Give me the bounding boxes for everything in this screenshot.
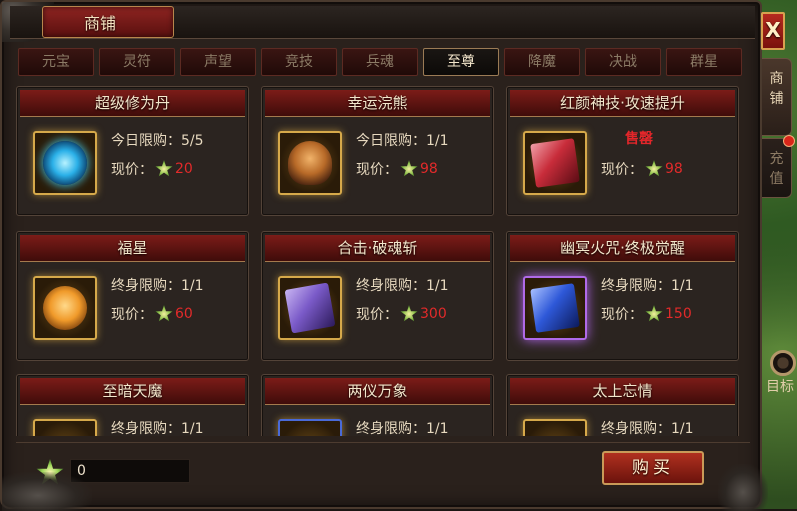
price-row: 现价： 20: [111, 159, 193, 179]
currency-gem-icon: [645, 305, 663, 322]
tab-jingji[interactable]: 竞技: [261, 48, 337, 76]
dragon-ornament-icon: [718, 464, 768, 511]
purchase-limit: 终身限购：1/1: [111, 421, 204, 436]
item-name: 超级修为丹: [20, 90, 245, 117]
item-icon-frame[interactable]: [33, 276, 97, 340]
tab-lingfu[interactable]: 灵符: [99, 48, 175, 76]
item-icon-frame[interactable]: [33, 131, 97, 195]
item-card[interactable]: 两仪万象 终身限购：1/1: [261, 374, 494, 436]
price-value: 98: [420, 161, 438, 177]
item-name: 合击·破魂斩: [265, 235, 490, 262]
side-tab-shop[interactable]: 商铺: [762, 58, 792, 136]
tab-juezhan[interactable]: 决战: [585, 48, 661, 76]
blue-orb-icon: [43, 141, 87, 185]
purchase-limit: 终身限购：1/1: [356, 278, 449, 294]
item-icon-frame[interactable]: [278, 276, 342, 340]
side-tab-label: 商铺: [769, 71, 784, 107]
price-label: 现价：: [356, 307, 398, 323]
sold-out-label: 售罄: [625, 131, 653, 147]
item-card[interactable]: 合击·破魂斩 终身限购：1/1 现价： 300: [261, 231, 494, 361]
item-card[interactable]: 幸运浣熊 今日限购：1/1 现价： 98: [261, 86, 494, 216]
tab-shengwang[interactable]: 声望: [180, 48, 256, 76]
footer-bar: 0 购买: [16, 442, 750, 503]
item-icon-frame[interactable]: [523, 131, 587, 195]
purchase-limit: 终身限购：1/1: [111, 278, 204, 294]
item-icon-frame[interactable]: [523, 276, 587, 340]
shop-window: 商铺 元宝 灵符 声望 竞技 兵魂 至尊 降魔 决战 群星 超级修为丹 今日限购…: [0, 0, 768, 511]
currency-gem-icon: [400, 305, 418, 322]
tab-qunxing[interactable]: 群星: [666, 48, 742, 76]
item-card[interactable]: 红颜神技·攻速提升 售罄 现价： 98: [506, 86, 739, 216]
buy-button[interactable]: 购买: [602, 451, 704, 485]
target-icon: [770, 350, 796, 376]
item-card[interactable]: 幽冥火咒·终极觉醒 终身限购：1/1 现价： 150: [506, 231, 739, 361]
price-label: 现价：: [356, 162, 398, 178]
item-name: 红颜神技·攻速提升: [510, 90, 735, 117]
item-card[interactable]: 超级修为丹 今日限购：5/5 现价： 20: [16, 86, 249, 216]
price-row: 现价： 98: [356, 159, 438, 179]
price-value: 150: [665, 306, 692, 322]
tab-yuanbao[interactable]: 元宝: [18, 48, 94, 76]
price-label: 现价：: [601, 307, 643, 323]
raccoon-pet-icon: [288, 141, 332, 185]
target-label: 目标: [766, 379, 794, 395]
item-icon-frame[interactable]: [523, 419, 587, 436]
purchase-limit: 今日限购：5/5: [111, 133, 204, 149]
purchase-limit: 终身限购：1/1: [601, 421, 694, 436]
currency-gem-icon: [155, 305, 173, 322]
price-row: 现价： 60: [111, 304, 193, 324]
side-tab-label: 充值: [769, 151, 784, 187]
price-row: 现价： 150: [601, 304, 692, 324]
dragon-ornament-icon: [2, 472, 92, 511]
item-name: 两仪万象: [265, 378, 490, 405]
red-book-icon: [530, 138, 580, 188]
item-card[interactable]: 福星 终身限购：1/1 现价： 60: [16, 231, 249, 361]
item-name: 幽冥火咒·终极觉醒: [510, 235, 735, 262]
item-icon-frame[interactable]: [278, 131, 342, 195]
purchase-limit: 终身限购：1/1: [601, 278, 694, 294]
price-label: 现价：: [111, 307, 153, 323]
close-button[interactable]: X: [761, 12, 785, 50]
tab-binghun[interactable]: 兵魂: [342, 48, 418, 76]
side-tab-recharge[interactable]: 充值: [762, 135, 795, 198]
price-value: 60: [175, 306, 193, 322]
price-value: 300: [420, 306, 447, 322]
blue-book-icon: [530, 283, 580, 333]
item-name: 至暗天魔: [20, 378, 245, 405]
price-value: 20: [175, 161, 193, 177]
item-card[interactable]: 至暗天魔 终身限购：1/1: [16, 374, 249, 436]
item-icon-frame[interactable]: [33, 419, 97, 436]
price-row: 现价： 300: [356, 304, 447, 324]
category-tabs: 元宝 灵符 声望 竞技 兵魂 至尊 降魔 决战 群星: [18, 48, 746, 78]
currency-gem-icon: [155, 160, 173, 177]
item-card[interactable]: 太上忘情 终身限购：1/1: [506, 374, 739, 436]
target-button[interactable]: 目标: [766, 350, 797, 410]
currency-gem-icon: [645, 160, 663, 177]
item-name: 幸运浣熊: [265, 90, 490, 117]
price-label: 现价：: [601, 162, 643, 178]
price-label: 现价：: [111, 162, 153, 178]
price-row: 现价： 98: [601, 159, 683, 179]
item-name: 福星: [20, 235, 245, 262]
item-name: 太上忘情: [510, 378, 735, 405]
price-value: 98: [665, 161, 683, 177]
purchase-limit: 终身限购：1/1: [356, 421, 449, 436]
purchase-limit: 今日限购：1/1: [356, 133, 449, 149]
window-title: 商铺: [84, 14, 117, 33]
item-icon-frame[interactable]: [278, 419, 342, 436]
item-grid: 超级修为丹 今日限购：5/5 现价： 20 幸运浣熊 今日限购：1/1 现价： …: [16, 86, 750, 436]
tab-xiangmo[interactable]: 降魔: [504, 48, 580, 76]
notification-dot-icon: [783, 135, 795, 147]
currency-gem-icon: [400, 160, 418, 177]
purple-book-icon: [284, 282, 336, 334]
tab-zhizun[interactable]: 至尊: [423, 48, 499, 76]
fox-pet-icon: [43, 286, 87, 330]
